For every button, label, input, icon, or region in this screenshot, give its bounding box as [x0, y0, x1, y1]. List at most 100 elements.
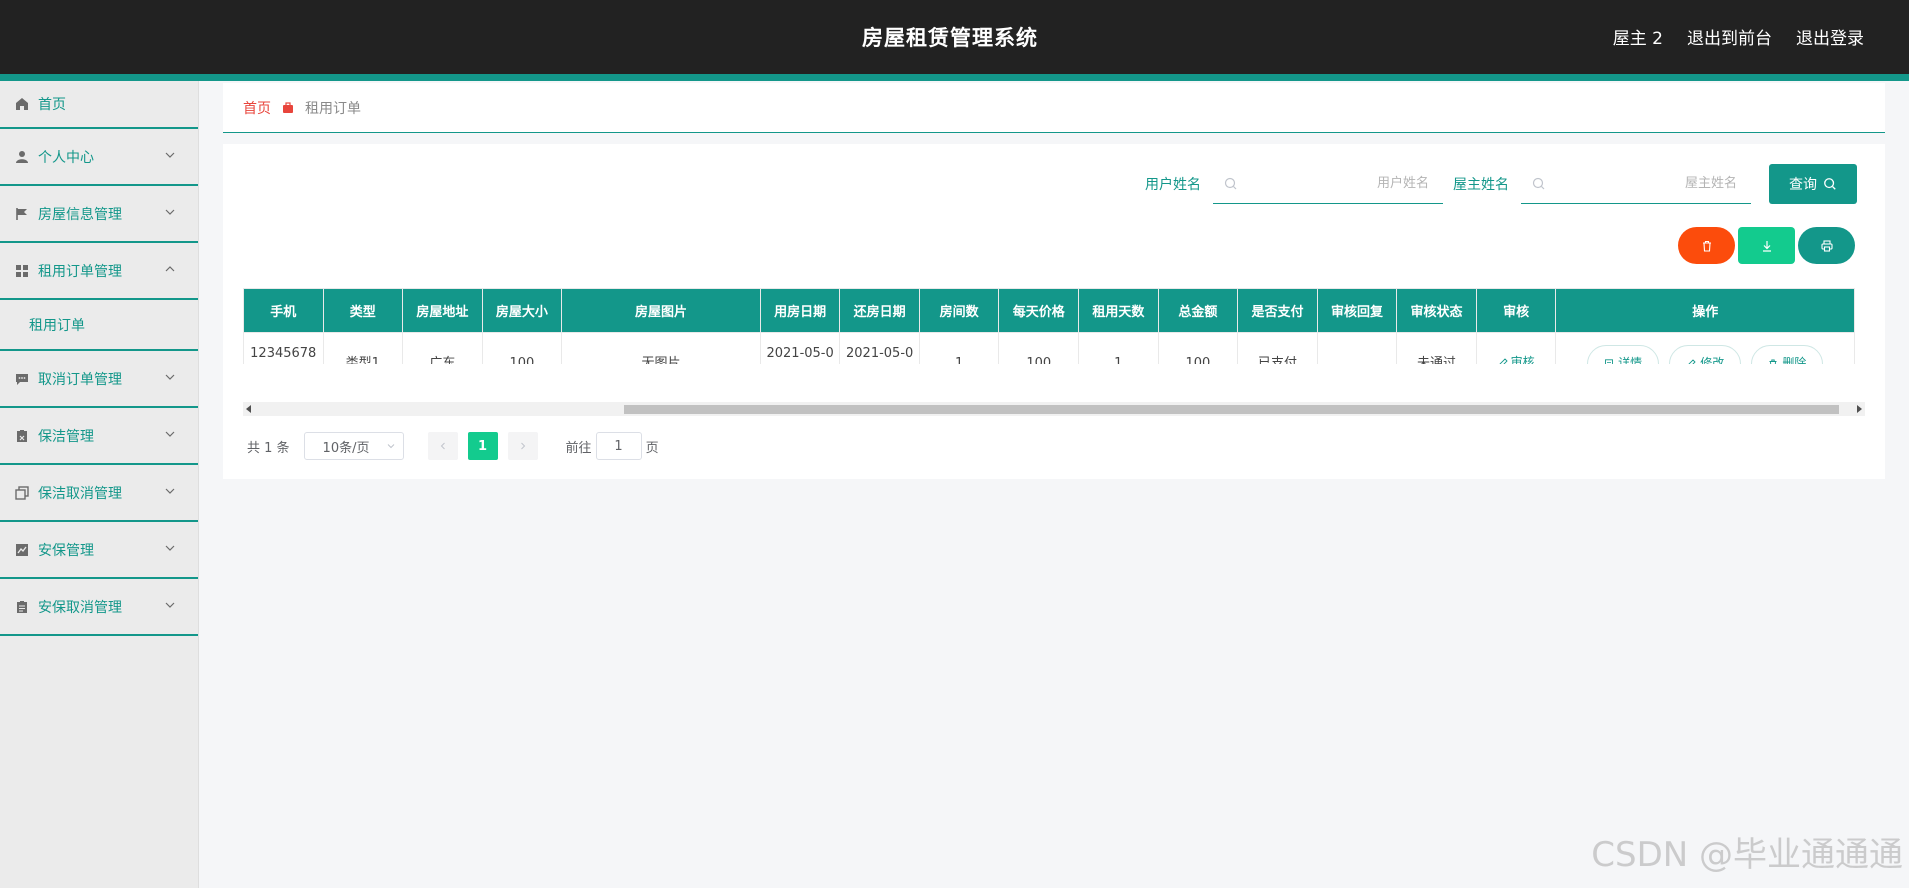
main-panel: 用户姓名 屋主姓名 查询: [223, 144, 1885, 479]
sidebar-item-label: 租用订单管理: [38, 263, 122, 280]
sidebar-item-cancel-orders[interactable]: 取消订单管理: [0, 351, 198, 408]
edit-button[interactable]: 修改: [1669, 344, 1742, 364]
search-icon: [1224, 177, 1237, 190]
sidebar-item-security-cancel[interactable]: 安保取消管理: [0, 579, 198, 636]
table-cell-total: 100: [1157, 332, 1239, 364]
message-icon: [14, 371, 30, 387]
query-button[interactable]: 查询: [1769, 164, 1857, 204]
scrollbar-thumb[interactable]: [624, 405, 1839, 414]
export-button[interactable]: [1738, 227, 1795, 264]
table-cell-rooms: 1: [918, 332, 1000, 364]
column-header[interactable]: 房屋图片: [561, 288, 761, 333]
chevron-down-icon: [165, 488, 175, 494]
page-number[interactable]: 1: [467, 432, 498, 460]
sidebar-item-label: 个人中心: [38, 149, 94, 166]
sidebar-item-home[interactable]: 首页: [0, 81, 198, 129]
exit-to-front-link[interactable]: 退出到前台: [1687, 24, 1772, 49]
header-links: 屋主 2 退出到前台 退出登录: [1613, 24, 1864, 49]
pagination-total: 共 1 条: [247, 440, 290, 456]
sidebar-item-label: 安保管理: [38, 542, 94, 559]
column-header[interactable]: 审核回复: [1316, 288, 1398, 333]
column-header[interactable]: 类型: [322, 288, 404, 333]
table-cell-start-date: 2021-05-05: [759, 332, 841, 364]
breadcrumb-current: 租用订单: [305, 100, 361, 117]
logout-link[interactable]: 退出登录: [1796, 24, 1864, 49]
sidebar-item-cleaning[interactable]: 保洁管理: [0, 408, 198, 465]
download-icon: [1762, 240, 1771, 252]
edit-icon: [1499, 358, 1508, 364]
batch-delete-button[interactable]: [1678, 227, 1735, 264]
bulk-actions: [1678, 227, 1855, 264]
table-cell-image: 无图片: [561, 332, 761, 364]
sidebar-item-label: 取消订单管理: [38, 371, 122, 388]
column-header[interactable]: 还房日期: [839, 288, 920, 333]
scroll-right-arrow-icon[interactable]: [1857, 405, 1862, 413]
column-header[interactable]: 总金额: [1157, 288, 1239, 333]
page-size-value: 10条/页: [322, 440, 370, 456]
sidebar-item-rental-orders[interactable]: 租用订单管理: [0, 243, 198, 300]
next-page-button[interactable]: [507, 432, 538, 460]
jump-suffix: 页: [645, 440, 659, 456]
chevron-right-icon: [520, 442, 525, 450]
document-icon: [1605, 358, 1614, 364]
chevron-down-icon: [165, 545, 175, 551]
chevron-down-icon: [165, 602, 175, 608]
sidebar: 首页 个人中心 房屋信息管理 租用订单管理 租用订单 取消订单管理 保洁管理 保…: [0, 81, 199, 888]
prev-page-button[interactable]: [427, 432, 458, 460]
delete-button-label: 删除: [1782, 356, 1807, 364]
column-header[interactable]: 手机: [243, 288, 324, 333]
table-horizontal-scrollbar[interactable]: [243, 402, 1865, 416]
sidebar-item-cleaning-cancel[interactable]: 保洁取消管理: [0, 465, 198, 522]
owner-name-field: [1521, 164, 1751, 204]
chevron-down-icon: [165, 374, 175, 380]
home-icon: [14, 96, 30, 112]
page-size-select[interactable]: 10条/页: [303, 432, 404, 460]
detail-button[interactable]: 详情: [1587, 344, 1660, 364]
breadcrumb-home[interactable]: 首页: [243, 98, 271, 118]
column-header[interactable]: 审核状态: [1396, 288, 1477, 333]
print-button[interactable]: [1798, 227, 1855, 264]
current-user[interactable]: 屋主 2: [1613, 24, 1663, 49]
table-cell-audit: 审核: [1475, 332, 1557, 364]
column-header[interactable]: 租用天数: [1078, 288, 1159, 333]
chevron-down-icon: [165, 152, 175, 158]
table-cell-end-date: 2021-05-06: [839, 332, 920, 364]
column-header[interactable]: 用房日期: [759, 288, 841, 333]
column-header[interactable]: 操作: [1555, 288, 1855, 333]
column-header[interactable]: 房间数: [918, 288, 1000, 333]
breadcrumb: 首页 租用订单: [223, 83, 1885, 133]
table-cell-status: 未通过: [1396, 332, 1477, 364]
trash-icon: [1702, 240, 1711, 252]
jump-page-input[interactable]: [595, 432, 642, 460]
sidebar-item-house-info[interactable]: 房屋信息管理: [0, 186, 198, 243]
column-header[interactable]: 房屋大小: [481, 288, 563, 333]
search-icon: [1532, 177, 1545, 190]
column-header[interactable]: 房屋地址: [402, 288, 483, 333]
table-cell-address: 广东: [402, 332, 483, 364]
sidebar-item-label: 安保取消管理: [38, 599, 122, 616]
table-cell-paid: 已支付: [1237, 332, 1318, 364]
breadcrumb-separator-icon: [281, 101, 295, 115]
column-header[interactable]: 每天价格: [998, 288, 1080, 333]
trash-icon: [1769, 359, 1777, 364]
delete-button[interactable]: 删除: [1751, 344, 1824, 364]
column-header[interactable]: 审核: [1475, 288, 1557, 333]
query-button-label: 查询: [1789, 176, 1817, 192]
detail-button-label: 详情: [1618, 356, 1643, 364]
table-cell-daily-price: 100: [998, 332, 1080, 364]
user-name-field: [1213, 164, 1443, 204]
column-header[interactable]: 是否支付: [1237, 288, 1318, 333]
audit-link[interactable]: 审核: [1498, 352, 1535, 364]
jump-label: 前往: [565, 440, 592, 456]
scroll-left-arrow-icon[interactable]: [246, 405, 251, 413]
owner-name-input[interactable]: [1521, 164, 1751, 203]
table-row: 12345678912 类型1 广东 100 无图片 2021-05-05 20…: [243, 332, 1855, 364]
table-cell-size: 100: [481, 332, 563, 364]
clipboard-icon: [14, 428, 30, 444]
sidebar-subitem-rental-order[interactable]: 租用订单: [0, 300, 198, 351]
sidebar-item-label: 首页: [38, 97, 66, 113]
sidebar-item-security[interactable]: 安保管理: [0, 522, 198, 579]
user-icon: [14, 149, 30, 165]
sidebar-item-personal-center[interactable]: 个人中心: [0, 129, 198, 186]
user-name-input[interactable]: [1213, 164, 1443, 203]
